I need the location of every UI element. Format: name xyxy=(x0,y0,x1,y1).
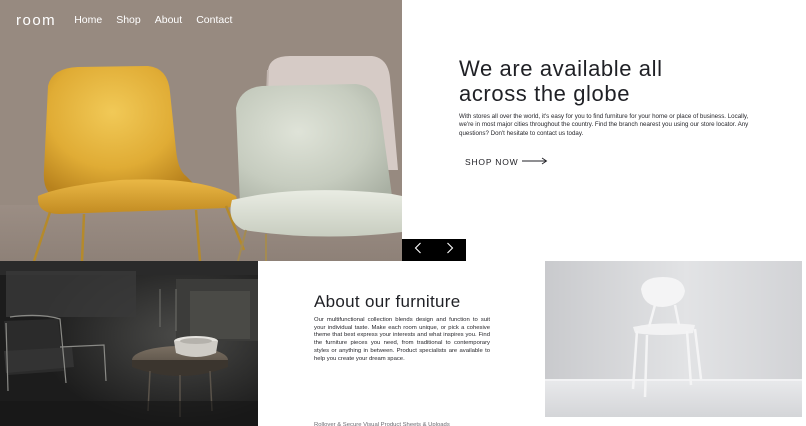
logo[interactable]: room xyxy=(16,12,56,29)
nav-link-shop[interactable]: Shop xyxy=(116,14,141,26)
nav-link-contact[interactable]: Contact xyxy=(196,14,232,26)
about-next-paragraph: Rollover & Secure Visual Product Sheets … xyxy=(314,422,450,426)
shop-now-label: SHOP NOW xyxy=(465,157,519,167)
hero-title-line1: We are available all xyxy=(459,56,663,81)
chevron-left-icon xyxy=(414,241,422,259)
white-chair-image xyxy=(545,261,802,417)
dark-interior-image xyxy=(0,261,258,426)
slider-prev-button[interactable] xyxy=(402,239,434,261)
hero-title-line2: across the globe xyxy=(459,81,631,106)
about-body: Our multifunctional collection blends de… xyxy=(314,317,490,362)
slider-controls xyxy=(402,239,466,261)
hero-text-block: We are available all across the globe Wi… xyxy=(459,56,759,138)
about-title: About our furniture xyxy=(314,292,461,311)
about-section: About our furniture Our multifunctional … xyxy=(314,291,490,363)
slider-next-button[interactable] xyxy=(434,239,466,261)
chevron-right-icon xyxy=(446,241,454,259)
arrow-right-icon xyxy=(522,157,548,167)
nav-link-about[interactable]: About xyxy=(155,14,182,26)
hero-image-chairs xyxy=(0,0,402,261)
hero-description: With stores all over the world, it's eas… xyxy=(459,113,749,137)
hero-title: We are available all across the globe xyxy=(459,56,759,106)
nav-link-home[interactable]: Home xyxy=(74,14,102,26)
top-nav: room Home Shop About Contact xyxy=(16,10,246,30)
shop-now-button[interactable]: SHOP NOW xyxy=(465,157,548,167)
